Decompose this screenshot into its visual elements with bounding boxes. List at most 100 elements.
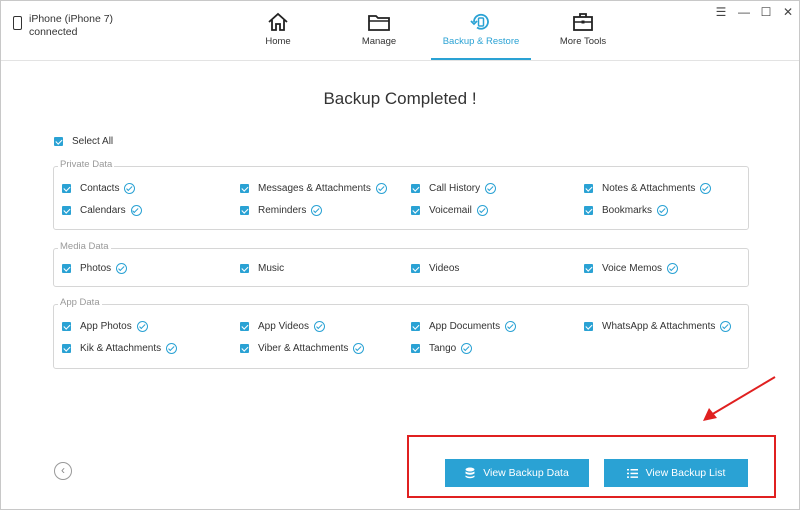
group-private-data: Private Data Contacts Messages & Attachm… [53, 159, 749, 230]
toolbox-icon [573, 13, 593, 31]
tab-more-tools[interactable]: More Tools [558, 1, 608, 59]
chevron-left-icon: ‹ [61, 463, 65, 477]
done-check-icon [313, 321, 325, 332]
checkbox-checked-icon[interactable] [62, 322, 71, 331]
item-call-history[interactable]: Call History [411, 183, 497, 194]
checkbox-checked-icon[interactable] [62, 344, 71, 353]
item-label: Tango [429, 343, 457, 354]
checkbox-checked-icon[interactable] [411, 206, 420, 215]
maximize-button[interactable]: ☐ [759, 5, 773, 19]
item-label: WhatsApp & Attachments [602, 321, 716, 332]
item-photos[interactable]: Photos [62, 263, 128, 274]
checkbox-checked-icon[interactable] [240, 344, 249, 353]
item-label: Photos [80, 263, 112, 274]
done-check-icon [667, 263, 679, 274]
item-label: Voicemail [429, 205, 472, 216]
database-icon [465, 467, 475, 479]
item-label: App Photos [80, 321, 132, 332]
item-label: Viber & Attachments [258, 343, 349, 354]
minimize-button[interactable]: — [737, 5, 751, 19]
view-backup-data-label: View Backup Data [483, 467, 569, 479]
checkbox-checked-icon[interactable] [411, 264, 420, 273]
tab-manage[interactable]: Manage [356, 1, 402, 59]
top-bar: iPhone (iPhone 7) connected Home Manage … [1, 1, 799, 61]
item-music[interactable]: Music [240, 263, 284, 274]
menu-icon[interactable]: ☰ [714, 5, 728, 19]
item-tango[interactable]: Tango [411, 343, 473, 354]
done-check-icon [700, 183, 712, 194]
item-label: Voice Memos [602, 263, 663, 274]
done-check-icon [116, 263, 128, 274]
select-all-label: Select All [72, 136, 114, 147]
checkbox-checked-icon[interactable] [584, 206, 593, 215]
item-label: Kik & Attachments [80, 343, 162, 354]
item-bookmarks[interactable]: Bookmarks [584, 205, 669, 216]
folder-icon [368, 15, 390, 31]
checkbox-checked-icon[interactable] [411, 322, 420, 331]
item-videos[interactable]: Videos [411, 263, 459, 274]
checkbox-checked-icon[interactable] [240, 264, 249, 273]
done-check-icon [136, 321, 148, 332]
backup-restore-icon [470, 13, 489, 30]
item-viber-attachments[interactable]: Viber & Attachments [240, 343, 365, 354]
checkbox-checked-icon[interactable] [62, 264, 71, 273]
checkbox-checked-icon[interactable] [584, 322, 593, 331]
list-icon [626, 468, 638, 478]
done-check-icon [353, 343, 365, 354]
item-label: Messages & Attachments [258, 183, 371, 194]
view-backup-data-button[interactable]: View Backup Data [445, 459, 589, 487]
group-title: Media Data [58, 241, 111, 252]
item-voicemail[interactable]: Voicemail [411, 205, 488, 216]
page-title: Backup Completed ! [323, 89, 477, 108]
phone-icon [13, 16, 22, 30]
item-label: Reminders [258, 205, 307, 216]
checkbox-checked-icon[interactable] [240, 206, 249, 215]
group-media-data: Media Data Photos Music Videos Voice Mem… [53, 241, 749, 287]
checkbox-checked-icon[interactable] [411, 344, 420, 353]
item-label: App Documents [429, 321, 501, 332]
checkbox-checked-icon[interactable] [62, 184, 71, 193]
select-all-checkbox[interactable]: Select All [54, 136, 113, 147]
item-label: Notes & Attachments [602, 183, 696, 194]
checkbox-checked-icon[interactable] [584, 264, 593, 273]
close-button[interactable]: ✕ [781, 5, 795, 19]
item-calendars[interactable]: Calendars [62, 205, 142, 216]
checkbox-checked-icon[interactable] [240, 322, 249, 331]
item-label: Call History [429, 183, 481, 194]
checkbox-checked-icon[interactable] [411, 184, 420, 193]
done-check-icon [485, 183, 497, 194]
checkbox-checked-icon[interactable] [240, 184, 249, 193]
tab-manage-label: Manage [361, 36, 397, 47]
done-check-icon [476, 205, 488, 216]
item-messages-attachments[interactable]: Messages & Attachments [240, 183, 387, 194]
item-label: Videos [429, 263, 460, 274]
view-backup-list-button[interactable]: View Backup List [604, 459, 748, 487]
done-check-icon [461, 343, 473, 354]
item-contacts[interactable]: Contacts [62, 183, 136, 194]
done-check-icon [720, 321, 732, 332]
device-status: connected [29, 26, 78, 38]
item-app-documents[interactable]: App Documents [411, 321, 517, 332]
item-label: Bookmarks [602, 205, 653, 216]
tab-home[interactable]: Home [256, 1, 300, 59]
item-voice-memos[interactable]: Voice Memos [584, 263, 679, 274]
tab-backup-restore[interactable]: Backup & Restore [431, 1, 531, 60]
item-whatsapp-attachments[interactable]: WhatsApp & Attachments [584, 321, 732, 332]
item-notes-attachments[interactable]: Notes & Attachments [584, 183, 712, 194]
device-name: iPhone (iPhone 7) [29, 13, 114, 25]
item-app-videos[interactable]: App Videos [240, 321, 325, 332]
checkbox-checked-icon[interactable] [54, 137, 63, 146]
item-kik-attachments[interactable]: Kik & Attachments [62, 343, 178, 354]
checkbox-checked-icon[interactable] [62, 206, 71, 215]
item-reminders[interactable]: Reminders [240, 205, 323, 216]
item-app-photos[interactable]: App Photos [62, 321, 148, 332]
back-button[interactable]: ‹ [54, 462, 72, 480]
tab-more-tools-label: More Tools [559, 36, 607, 47]
group-title: App Data [58, 297, 102, 308]
checkbox-checked-icon[interactable] [584, 184, 593, 193]
item-label: Contacts [80, 183, 120, 194]
view-backup-list-label: View Backup List [645, 467, 726, 479]
done-check-icon [166, 343, 178, 354]
done-check-icon [124, 183, 136, 194]
device-info: iPhone (iPhone 7) connected [13, 13, 113, 39]
